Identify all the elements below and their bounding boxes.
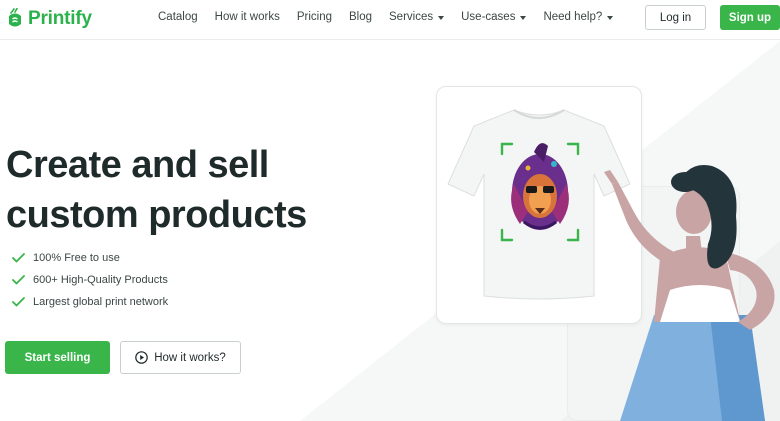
play-circle-icon (135, 351, 149, 364)
top-navigation: Printify Catalog How it works Pricing Bl… (0, 0, 780, 40)
nav-link-label: Need help? (543, 11, 603, 23)
nav-link-label: Pricing (296, 11, 332, 23)
check-icon (12, 253, 25, 263)
feature-item: 600+ High-Quality Products (12, 269, 168, 291)
feature-item: Largest global print network (12, 291, 168, 313)
nav-link-label: Catalog (158, 11, 198, 23)
feature-label: Largest global print network (33, 296, 169, 308)
start-selling-button[interactable]: Start selling (5, 341, 110, 374)
feature-label: 600+ High-Quality Products (33, 274, 168, 286)
check-icon (12, 297, 25, 307)
nav-links: Catalog How it works Pricing Blog Servic… (158, 0, 614, 34)
logo[interactable]: Printify (6, 6, 92, 32)
nav-link-pricing[interactable]: Pricing (297, 11, 332, 23)
feature-list: 100% Free to use 600+ High-Quality Produ… (12, 247, 168, 313)
chevron-down-icon (438, 15, 445, 20)
woman-illustration (604, 165, 775, 421)
nav-link-how-it-works[interactable]: How it works (215, 11, 280, 23)
chevron-down-icon (520, 15, 527, 20)
hero-headline-line2: custom products (6, 194, 307, 236)
nav-link-need-help[interactable]: Need help? (543, 11, 614, 23)
nav-link-label: Blog (348, 11, 373, 23)
how-it-works-button[interactable]: How it works? (120, 341, 241, 374)
chevron-down-icon (607, 15, 614, 20)
login-button[interactable]: Log in (645, 5, 706, 30)
brand-name: Printify (28, 8, 92, 29)
nav-link-label: How it works (214, 11, 280, 23)
nav-link-label: Services (389, 11, 434, 23)
check-icon (12, 275, 25, 285)
feature-item: 100% Free to use (12, 247, 168, 269)
how-it-works-label: How it works? (154, 351, 226, 364)
feature-label: 100% Free to use (33, 252, 120, 264)
nav-link-label: Use-cases (461, 11, 516, 23)
hero-headline: Create and sell custom products (6, 140, 346, 240)
nav-link-use-cases[interactable]: Use-cases (461, 11, 527, 23)
nav-link-catalog[interactable]: Catalog (158, 11, 198, 23)
hero-headline-line1: Create and sell (6, 144, 269, 186)
nav-link-services[interactable]: Services (389, 11, 445, 23)
nav-link-blog[interactable]: Blog (349, 11, 372, 23)
printify-logo-icon (9, 8, 21, 27)
signup-button[interactable]: Sign up (720, 5, 780, 30)
